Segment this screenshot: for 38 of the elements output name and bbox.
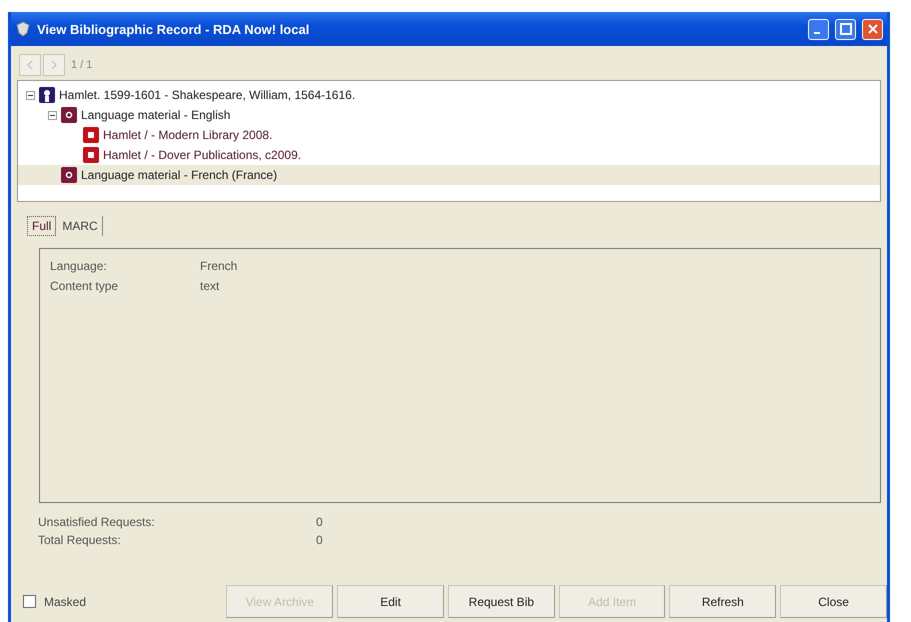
action-button[interactable]: Close <box>780 585 887 618</box>
checkbox-label: Masked <box>44 594 86 608</box>
window-title: View Bibliographic Record - RDA Now! local <box>37 22 310 36</box>
field-value: French <box>200 259 238 273</box>
minimize-button[interactable] <box>808 18 829 40</box>
field-label: Language: <box>50 259 108 273</box>
field-value: 0 <box>316 533 324 547</box>
collapse-icon[interactable] <box>48 110 57 120</box>
close-button[interactable] <box>862 18 883 40</box>
action-button[interactable]: Request Bib <box>448 585 555 618</box>
shield-icon <box>15 21 31 37</box>
tree-row[interactable]: Hamlet / - Modern Library 2008. <box>18 125 880 145</box>
field-label: Unsatisfied Requests: <box>38 515 156 529</box>
tree-label: Language material - French (France) <box>81 168 278 182</box>
close-icon <box>866 23 878 35</box>
tree-row[interactable]: Language material - English <box>18 105 880 125</box>
tree-label: Language material - English <box>81 108 230 122</box>
tree-label: Hamlet / - Dover Publications, c2009. <box>103 148 302 162</box>
masked-checkbox[interactable] <box>23 595 36 608</box>
tab[interactable]: MARC <box>58 216 103 236</box>
minimize-icon <box>814 32 820 34</box>
tree-label: Hamlet / - Modern Library 2008. <box>103 128 272 142</box>
action-button[interactable]: Refresh <box>669 585 776 618</box>
tree-row[interactable]: Hamlet / - Dover Publications, c2009. <box>18 145 880 165</box>
maximize-icon <box>840 23 852 35</box>
tree-row[interactable]: Language material - French (France) <box>18 165 880 185</box>
tree-label: Hamlet. 1599-1601 - Shakespeare, William, 1564-1616. <box>59 88 356 102</box>
action-button[interactable]: Edit <box>337 585 444 618</box>
field-value: 0 <box>316 515 324 529</box>
field-label: Total Requests: <box>38 533 122 547</box>
record-counter: 1 / 1 <box>71 59 92 71</box>
tree-row[interactable]: Hamlet. 1599-1601 - Shakespeare, William, 1564-1616. <box>18 85 880 105</box>
field-label: Content type <box>50 279 120 293</box>
maximize-button[interactable] <box>835 18 856 40</box>
collapse-icon[interactable] <box>26 90 35 100</box>
field-value: text <box>200 279 220 293</box>
person-icon <box>39 87 55 103</box>
tab[interactable]: Full <box>27 216 56 236</box>
